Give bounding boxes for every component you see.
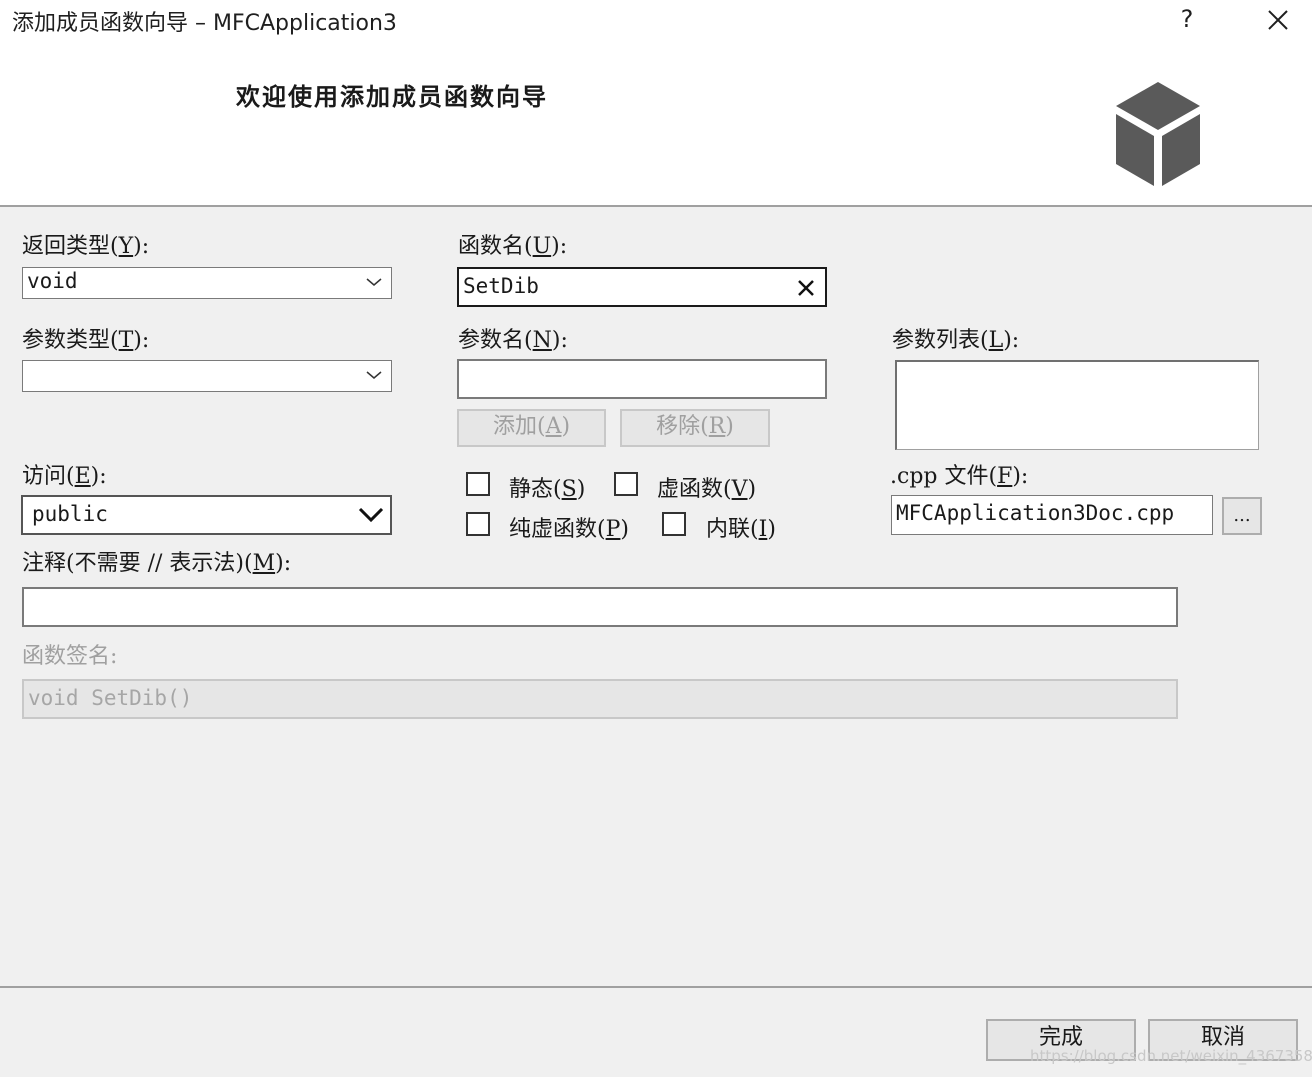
function-name-value: SetDib — [463, 274, 539, 298]
help-button[interactable]: ? — [1172, 3, 1202, 35]
add-param-button[interactable]: 添加(A) — [457, 409, 606, 447]
access-value: public — [32, 502, 108, 526]
virtual-checkbox[interactable] — [614, 472, 638, 496]
inline-checkbox[interactable] — [662, 512, 686, 536]
chevron-down-icon — [358, 507, 384, 523]
close-button[interactable] — [1262, 4, 1294, 36]
param-list-box[interactable] — [895, 360, 1259, 450]
comment-label: 注释(不需要 // 表示法)(M): — [22, 551, 292, 576]
welcome-heading: 欢迎使用添加成员函数向导 — [236, 82, 548, 111]
clear-icon[interactable] — [797, 279, 815, 297]
return-type-value: void — [27, 269, 78, 293]
chevron-down-icon — [366, 371, 382, 379]
signature-field: void SetDib() — [22, 679, 1178, 719]
footer-divider — [0, 986, 1312, 988]
remove-param-button[interactable]: 移除(R) — [620, 409, 770, 447]
close-icon — [1268, 10, 1288, 30]
function-name-label: 函数名(U): — [458, 234, 568, 259]
chevron-down-icon — [366, 278, 382, 286]
pure-virtual-checkbox[interactable] — [466, 512, 490, 536]
window-title: 添加成员函数向导 – MFCApplication3 — [12, 11, 397, 36]
cpp-file-label: .cpp 文件(F): — [890, 464, 1029, 489]
comment-input[interactable] — [22, 587, 1178, 627]
access-label: 访问(E): — [22, 464, 107, 489]
signature-value: void SetDib() — [28, 686, 193, 710]
browse-button[interactable]: ... — [1222, 497, 1262, 535]
static-checkbox[interactable] — [466, 472, 490, 496]
param-type-combo[interactable] — [22, 360, 392, 392]
signature-label: 函数签名: — [22, 644, 118, 669]
inline-label: 内联(I) — [706, 517, 776, 542]
param-name-label: 参数名(N): — [458, 328, 568, 353]
function-name-input[interactable]: SetDib — [457, 267, 827, 307]
header-divider — [0, 205, 1312, 207]
return-type-label: 返回类型(Y): — [22, 234, 150, 259]
wizard-cube-icon — [1112, 80, 1204, 188]
param-name-input[interactable] — [457, 359, 827, 399]
return-type-combo[interactable]: void — [22, 267, 392, 299]
access-combo[interactable]: public — [21, 495, 392, 535]
param-list-label: 参数列表(L): — [892, 328, 1020, 353]
static-label: 静态(S) — [509, 477, 586, 502]
cpp-file-input[interactable]: MFCApplication3Doc.cpp — [891, 495, 1213, 535]
virtual-label: 虚函数(V) — [657, 477, 757, 502]
pure-virtual-label: 纯虚函数(P) — [509, 517, 630, 542]
cpp-file-value: MFCApplication3Doc.cpp — [896, 501, 1175, 525]
watermark: https://blog.csdn.net/weixin_43673589 — [1030, 1047, 1312, 1065]
param-type-label: 参数类型(T): — [22, 328, 150, 353]
